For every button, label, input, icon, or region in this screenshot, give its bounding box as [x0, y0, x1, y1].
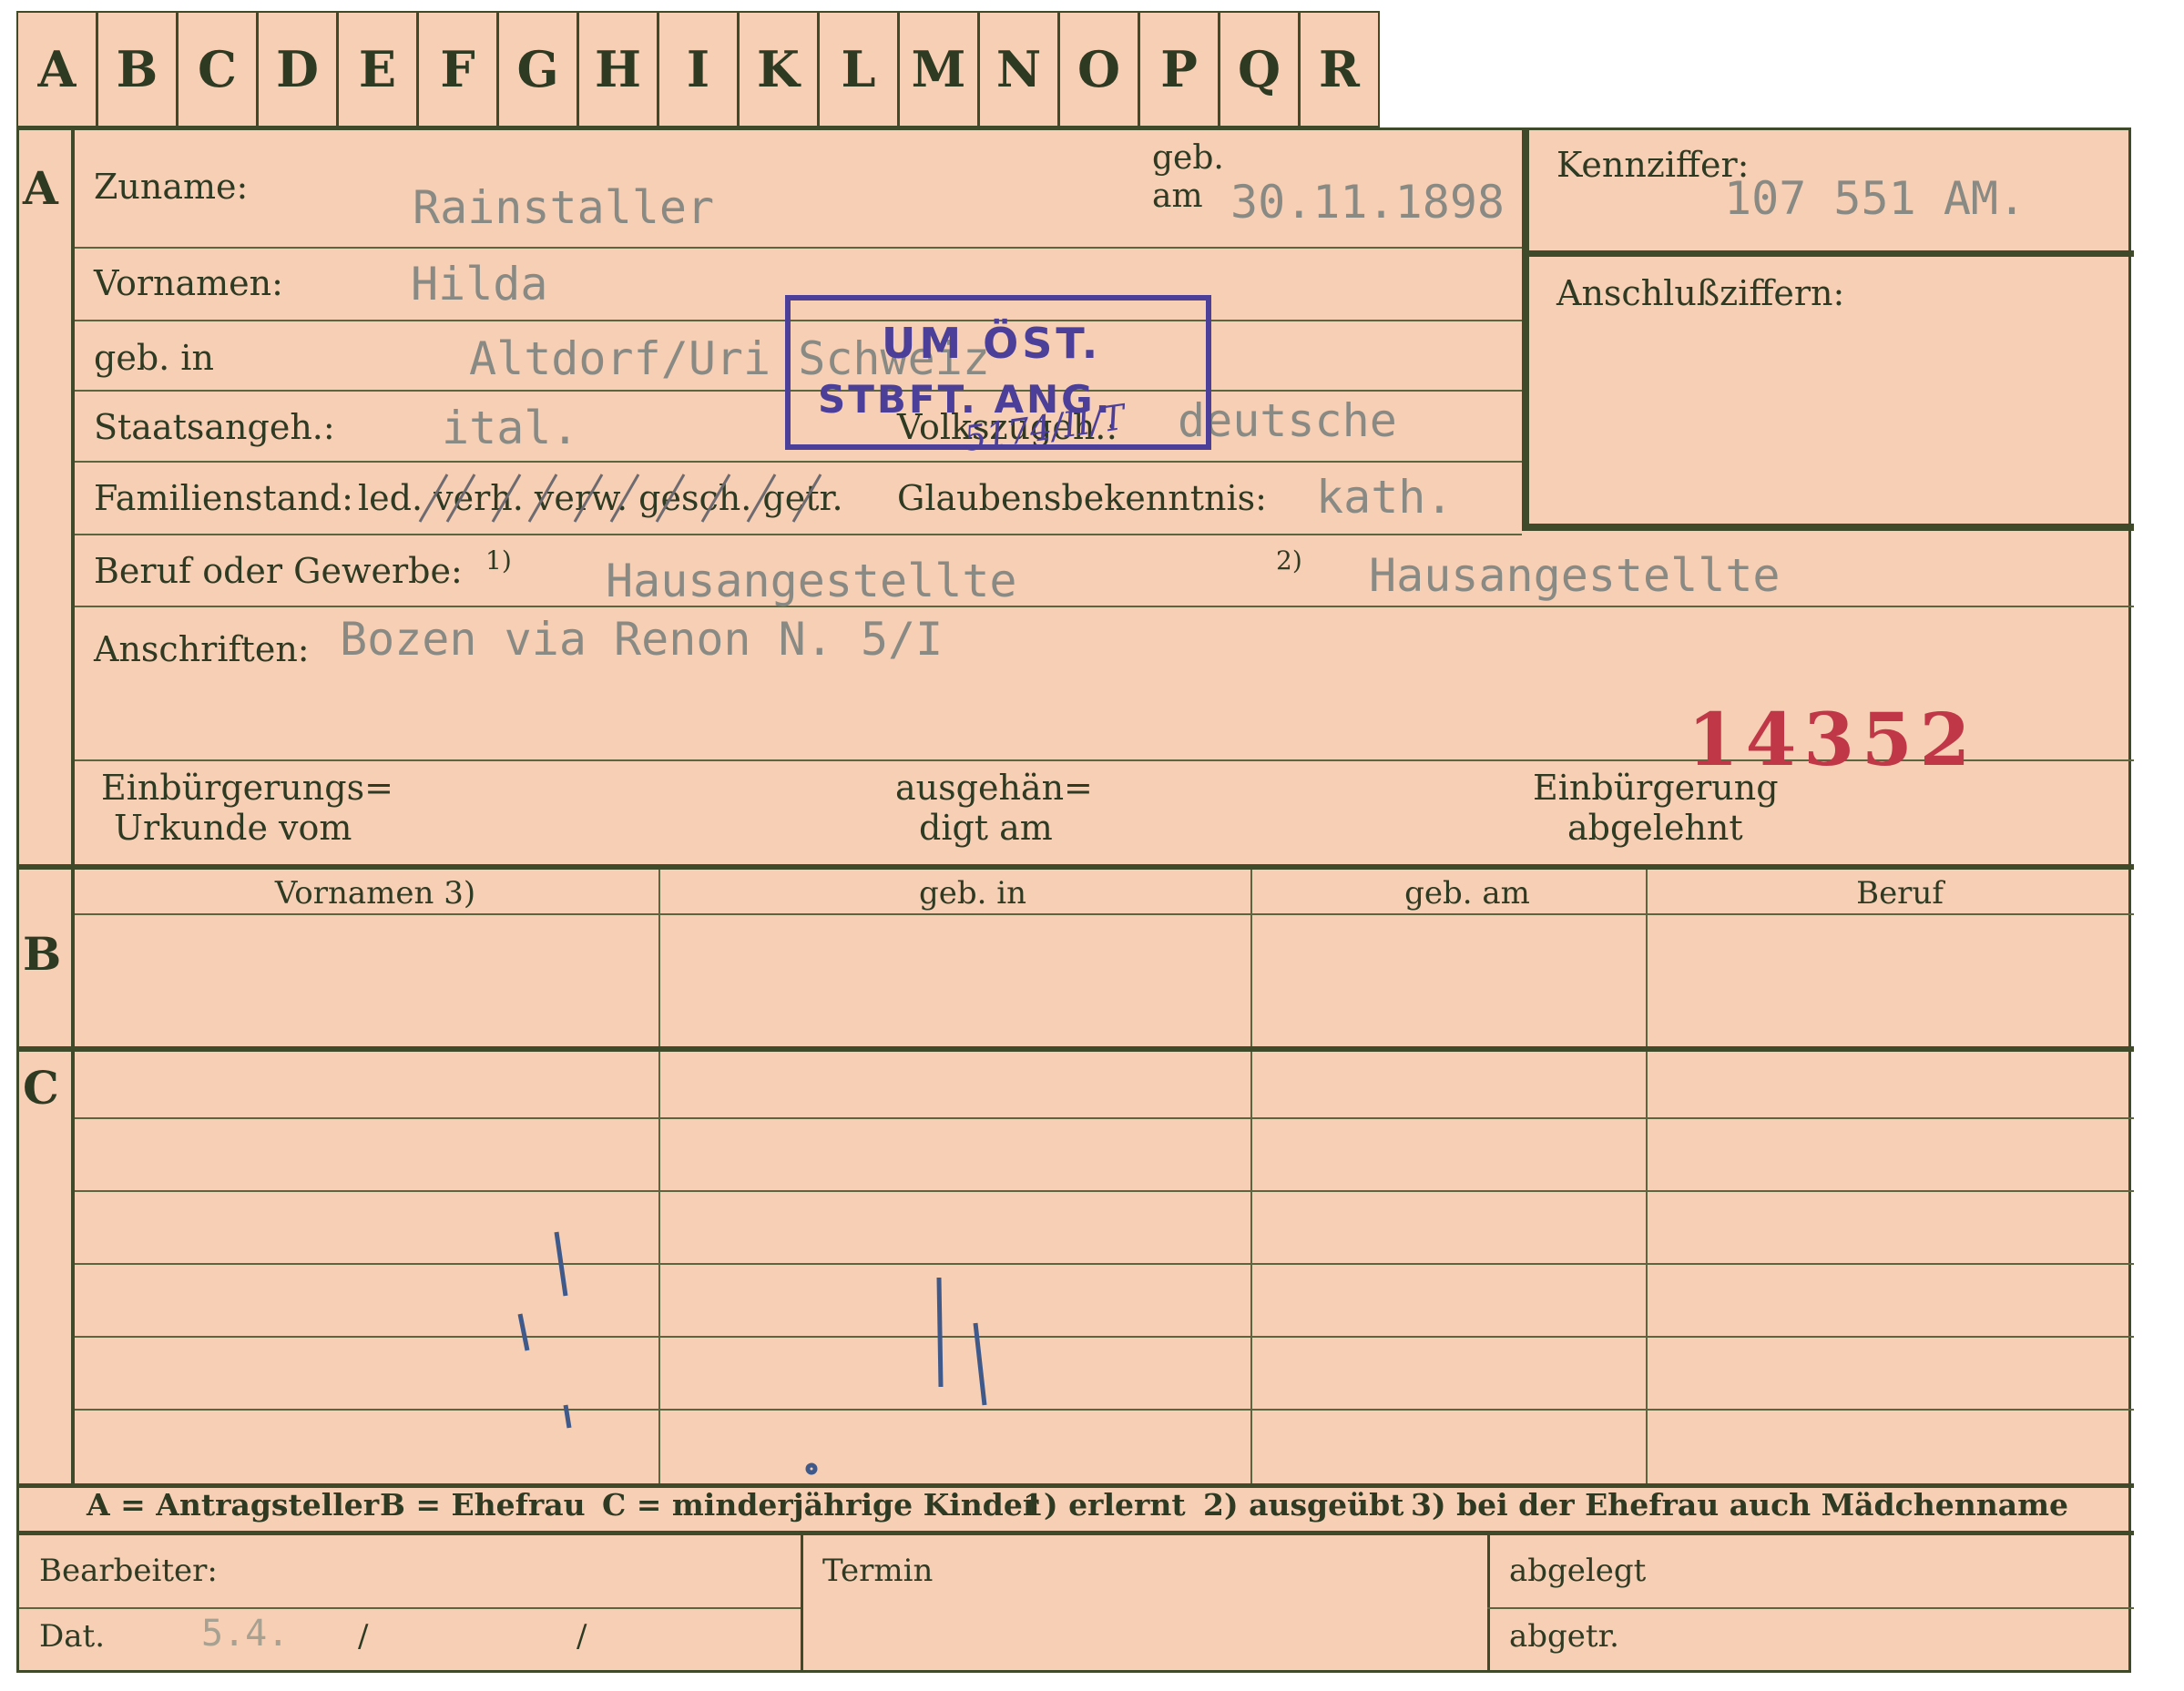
staatsangeh-label: Staatsangeh.:: [94, 407, 335, 447]
row-line: [75, 606, 2134, 607]
kennziffer-label: Kennziffer:: [1556, 145, 1750, 185]
beruf-erlernt-value: Hausangestellte: [606, 555, 1017, 607]
abgelehnt-label-line2: abgelehnt: [1567, 808, 1743, 848]
dat-slash-1: /: [358, 1618, 369, 1655]
section-c-letter: C: [23, 1061, 59, 1115]
legend-note3: 3) bei der Ehefrau auch Mädchenname: [1411, 1487, 2068, 1523]
zuname-label: Zuname:: [94, 167, 249, 207]
b-header-line: [75, 913, 2134, 915]
kennziffer-divider: [1529, 250, 2134, 257]
registration-card: ABCDEFGHIKLMNOPQR A Kennziffer: 107 551 …: [0, 0, 2184, 1691]
row-line: [75, 461, 1522, 463]
alphabet-tab-i[interactable]: I: [659, 13, 740, 126]
anschriften-value: Bozen via Renon N. 5/I: [340, 613, 944, 666]
einbuergerung-label-line1: Einbürgerungs=: [101, 768, 393, 808]
abgelegt-label: abgelegt: [1509, 1553, 1647, 1589]
vornamen-value: Hilda: [411, 258, 548, 311]
familienstand-label: Familienstand:: [94, 478, 353, 518]
ausgehaendigt-label-line1: ausgehän=: [895, 768, 1093, 808]
legend-a: A = Antragsteller: [87, 1487, 380, 1523]
alphabet-tab-k[interactable]: K: [740, 13, 820, 126]
card-body: A Kennziffer: 107 551 AM. Anschlußziffer…: [16, 127, 2134, 1673]
stamp-line1: UM ÖST.: [882, 319, 1102, 368]
alphabet-tab-p[interactable]: P: [1140, 13, 1220, 126]
anschlussziffern-label: Anschlußziffern:: [1556, 273, 1845, 313]
alphabet-tab-g[interactable]: G: [499, 13, 579, 126]
alphabet-tab-a[interactable]: A: [18, 13, 98, 126]
b-header-geb-am: geb. am: [1404, 875, 1530, 912]
section-bc-divider: [19, 1046, 2134, 1052]
alphabet-tab-b[interactable]: B: [98, 13, 179, 126]
legend-note2: 2) ausgeübt: [1203, 1487, 1404, 1523]
footer-col-divider: [801, 1535, 803, 1672]
section-b-letter: B: [23, 927, 62, 981]
row-line: [75, 534, 1522, 535]
b-header-beruf: Beruf: [1856, 875, 1944, 912]
geb-in-label: geb. in: [94, 338, 214, 378]
footer-row-line: [19, 1607, 801, 1609]
row-line: [75, 247, 1522, 249]
beruf-sup2: 2): [1276, 545, 1302, 576]
alphabet-tab-f[interactable]: F: [419, 13, 499, 126]
beruf-ausgeuebt-value: Hausangestellte: [1369, 549, 1781, 602]
b-header-vornamen: Vornamen 3): [274, 875, 476, 912]
beruf-sup1: 1): [485, 545, 512, 576]
alphabet-tab-m[interactable]: M: [900, 13, 980, 126]
c-row-line: [75, 1117, 2134, 1119]
section-column-divider: [71, 130, 75, 1487]
alphabet-tab-n[interactable]: N: [980, 13, 1060, 126]
einbuergerung-label-line2: Urkunde vom: [114, 808, 352, 848]
footer-row-line: [1487, 1607, 2134, 1609]
alphabet-tab-h[interactable]: H: [579, 13, 659, 126]
geb-date-value: 30.11.1898: [1230, 176, 1505, 229]
bearbeiter-label: Bearbeiter:: [39, 1553, 218, 1589]
staatsangeh-value: ital.: [442, 402, 579, 454]
alphabet-tab-l[interactable]: L: [820, 13, 900, 126]
ink-specks: [517, 1231, 987, 1475]
alphabet-tab-q[interactable]: Q: [1220, 13, 1301, 126]
vornamen-label: Vornamen:: [94, 263, 283, 303]
abgetr-label: abgetr.: [1509, 1618, 1619, 1655]
alphabet-tab-e[interactable]: E: [339, 13, 419, 126]
geb-am-label: am: [1152, 178, 1203, 215]
alphabet-tab-c[interactable]: C: [179, 13, 259, 126]
zuname-value: Rainstaller: [413, 181, 715, 234]
dat-slash-2: /: [577, 1618, 587, 1655]
dat-label: Dat.: [39, 1618, 106, 1655]
alphabet-tab-o[interactable]: O: [1060, 13, 1140, 126]
strikethrough-marks: [418, 474, 822, 523]
kennziffer-value: 107 551 AM.: [1724, 172, 2026, 225]
footer-col-divider: [1487, 1535, 1490, 1672]
c-row-line: [75, 1190, 2134, 1192]
beruf-label: Beruf oder Gewerbe:: [94, 551, 463, 591]
anschriften-label: Anschriften:: [94, 629, 310, 669]
geb-label: geb.: [1152, 139, 1224, 177]
section-ab-divider: [19, 864, 2134, 870]
office-stamp: UM ÖST. STBFT. ANG. 5174/II/T: [785, 295, 1211, 459]
alphabet-tab-strip: ABCDEFGHIKLMNOPQR: [16, 11, 1380, 127]
b-header-geb-in: geb. in: [918, 875, 1027, 912]
dat-value: 5.4.: [201, 1613, 290, 1655]
abgelehnt-label-line1: Einbürgerung: [1533, 768, 1779, 808]
section-a-letter: A: [23, 161, 58, 215]
termin-label: Termin: [822, 1553, 934, 1589]
glaubens-label: Glaubensbekenntnis:: [897, 478, 1267, 518]
alphabet-tab-r[interactable]: R: [1301, 13, 1378, 126]
alphabet-tab-d[interactable]: D: [259, 13, 339, 126]
glaubens-value: kath.: [1316, 471, 1454, 524]
ausgehaendigt-label-line2: digt am: [919, 808, 1053, 848]
